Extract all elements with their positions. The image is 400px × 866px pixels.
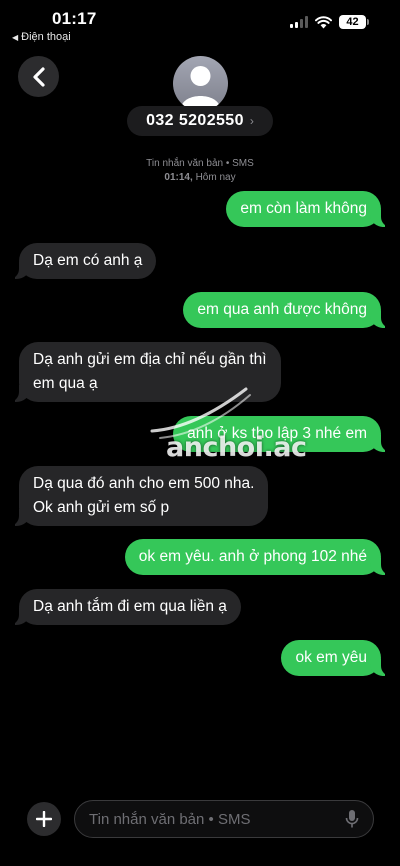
timestamp-time: 01:14, <box>164 172 193 183</box>
back-chevron-icon <box>32 66 45 87</box>
add-attachment-button[interactable] <box>27 802 61 836</box>
message-incoming[interactable]: Dạ em có anh ạ <box>8 243 157 279</box>
message-outgoing[interactable]: ok em yêu <box>281 640 391 676</box>
back-triangle-icon: ◀ <box>12 33 19 42</box>
message-outgoing[interactable]: em còn làm không <box>226 191 391 227</box>
message-line: Ok anh gửi em số p <box>33 499 170 516</box>
message-text: ok em yêu. anh ở phong 102 nhé <box>138 548 367 565</box>
back-button[interactable] <box>18 56 59 97</box>
message-compose-field[interactable] <box>74 800 374 838</box>
battery-level: 42 <box>346 16 359 28</box>
microphone-icon[interactable] <box>345 809 359 829</box>
back-app-label: Điện thoại <box>21 31 71 43</box>
status-icons: 42 <box>290 15 369 29</box>
thread-service-label: Tin nhắn văn bản • SMS <box>146 158 254 169</box>
message-text: em còn làm không <box>240 200 367 217</box>
message-incoming[interactable]: Dạ anh tắm đi em qua liền ạ <box>9 589 241 625</box>
contact-details-button[interactable]: 032 5202550 › <box>127 106 273 136</box>
contact-avatar[interactable] <box>173 56 228 111</box>
person-icon <box>181 66 220 108</box>
messages-screen: 01:17 ◀ Điện thoại 42 032 5202550 › Tin n… <box>0 0 400 866</box>
back-to-app-link[interactable]: ◀ Điện thoại <box>12 31 71 43</box>
message-text: Dạ anh tắm đi em qua liền ạ <box>33 598 227 615</box>
timestamp-day: Hôm nay <box>195 172 236 183</box>
message-outgoing[interactable]: ok em yêu. anh ở phong 102 nhé <box>124 539 392 575</box>
message-text: ok em yêu <box>295 649 367 666</box>
message-text: em qua anh được không <box>197 301 367 318</box>
wifi-icon <box>315 15 332 28</box>
message-outgoing[interactable]: em qua anh được không <box>183 292 391 328</box>
message-line: Dạ qua đó anh cho em 500 nha. <box>33 475 255 492</box>
signal-icon <box>290 16 308 28</box>
message-text: Dạ em có anh ạ <box>33 252 143 269</box>
contact-number: 032 5202550 <box>146 112 244 129</box>
watermark: anchoi.ac <box>166 432 307 463</box>
status-time: 01:17 <box>52 9 97 28</box>
message-input[interactable] <box>89 810 345 828</box>
thread-timestamp: 01:14, Hôm nay <box>0 172 400 183</box>
plus-icon <box>36 811 52 827</box>
message-incoming[interactable]: Dạ qua đó anh cho em 500 nha. Ok anh gửi… <box>8 466 269 526</box>
message-line: Dạ anh gửi em địa chỉ nếu gần thì <box>33 351 267 368</box>
battery-icon: 42 <box>339 15 369 29</box>
chevron-right-icon: › <box>249 114 254 128</box>
